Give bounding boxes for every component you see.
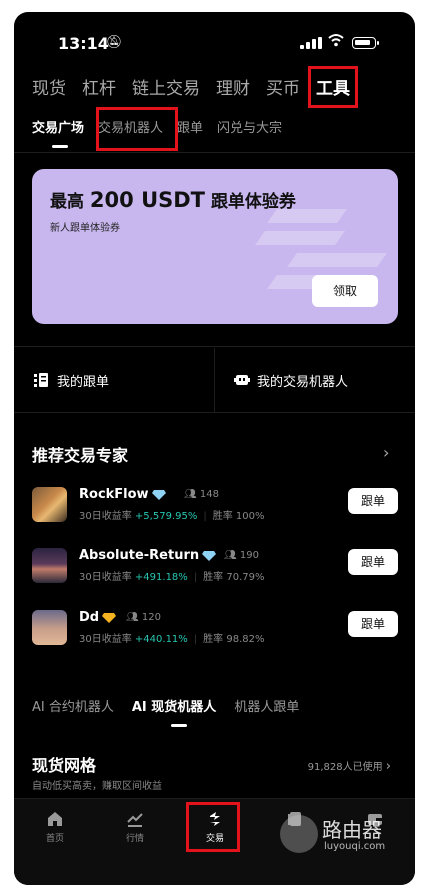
robot-icon xyxy=(234,373,250,387)
divider xyxy=(14,152,415,153)
trader-stats: 30日收益率 +440.11% | 胜率 98.82% xyxy=(79,634,265,645)
subtab-trading-bots[interactable]: 交易机器人 xyxy=(98,116,163,142)
watermark-logo-icon xyxy=(280,815,318,853)
followers-count: 👥︎ 120 xyxy=(126,612,161,623)
chart-icon xyxy=(127,811,143,827)
tab-spot[interactable]: 现货 xyxy=(32,74,66,104)
nav-trade[interactable]: 交易 xyxy=(190,811,240,844)
avatar xyxy=(32,548,67,583)
people-icon: 👥︎ xyxy=(126,612,139,623)
diamond-badge-icon xyxy=(151,489,166,500)
experts-title: 推荐交易专家 xyxy=(32,446,129,465)
status-bar: 13:14 🔕︎ xyxy=(14,32,415,56)
promo-banner[interactable]: 最高 200 USDT 跟单体验券 新人跟单体验券 领取 xyxy=(32,169,398,324)
divider xyxy=(14,346,415,347)
list-icon xyxy=(34,373,48,387)
gold-badge-icon xyxy=(102,612,117,623)
spot-grid-title[interactable]: 现货网格 xyxy=(32,752,96,776)
tab-margin[interactable]: 杠杆 xyxy=(82,74,116,104)
chevron-right-icon[interactable]: › xyxy=(383,443,389,462)
follow-button[interactable]: 跟单 xyxy=(348,611,398,637)
phone-screen: 13:14 🔕︎ 现货 杠杆 链上交易 理财 买币 工具 交易广场 交易机器人 … xyxy=(14,12,415,885)
bot-tabs: AI 合约机器人 AI 现货机器人 机器人跟单 xyxy=(32,696,317,718)
trade-icon xyxy=(207,811,223,827)
trader-stats: 30日收益率 +5,579.95% | 胜率 100% xyxy=(79,511,265,522)
home-icon xyxy=(47,811,63,827)
tab-buy-crypto[interactable]: 买币 xyxy=(266,74,300,104)
subtab-indicator xyxy=(52,145,68,148)
people-icon: 👥︎ xyxy=(184,489,197,500)
avatar xyxy=(32,610,67,645)
trader-stats: 30日收益率 +491.18% | 胜率 70.79% xyxy=(79,572,265,583)
spot-grid-subtitle: 自动低买高卖，赚取区间收益 xyxy=(32,781,162,792)
signal-icon xyxy=(300,37,322,49)
wifi-icon xyxy=(328,33,344,51)
tab-tools[interactable]: 工具 xyxy=(316,74,350,104)
tab-onchain[interactable]: 链上交易 xyxy=(132,74,200,104)
subtab-convert-block[interactable]: 闪兑与大宗 xyxy=(217,116,282,142)
trader-name: Dd xyxy=(79,610,117,625)
watermark-url: luyouqi.com xyxy=(324,841,386,852)
my-copy-trades-label: 我的跟单 xyxy=(57,374,110,390)
status-time: 13:14 xyxy=(58,34,109,53)
followers-count: 👥︎ 190 xyxy=(224,550,259,561)
banner-title: 最高 200 USDT 跟单体验券 xyxy=(50,188,296,212)
tab-ai-futures-bot[interactable]: AI 合约机器人 xyxy=(32,696,114,718)
trader-row[interactable]: Dd 👥︎ 120 30日收益率 +440.11% | 胜率 98.82% 跟单 xyxy=(32,607,398,651)
chevron-right-icon: › xyxy=(385,759,391,774)
people-icon: 👥︎ xyxy=(224,550,237,561)
trader-row[interactable]: Absolute-Return 👥︎ 190 30日收益率 +491.18% | 胜… xyxy=(32,545,398,589)
nav-markets[interactable]: 行情 xyxy=(110,811,160,844)
my-copy-trades-button[interactable]: 我的跟单 xyxy=(34,348,109,412)
nav-home[interactable]: 首页 xyxy=(30,811,80,844)
follow-button[interactable]: 跟单 xyxy=(348,488,398,514)
bot-tab-indicator xyxy=(171,724,187,727)
tab-ai-spot-bot[interactable]: AI 现货机器人 xyxy=(132,696,216,718)
my-bots-label: 我的交易机器人 xyxy=(257,374,349,390)
mute-icon: 🔕︎ xyxy=(106,35,123,50)
trader-row[interactable]: RockFlow 👥︎ 148 30日收益率 +5,579.95% | 胜率 100… xyxy=(32,484,398,528)
trader-name: Absolute-Return xyxy=(79,548,217,563)
spot-grid-users[interactable]: 91,828人已使用 › xyxy=(308,758,391,774)
banner-subtitle: 新人跟单体验券 xyxy=(50,223,120,234)
avatar xyxy=(32,487,67,522)
my-bots-button[interactable]: 我的交易机器人 xyxy=(234,348,348,412)
diamond-badge-icon xyxy=(202,550,217,561)
watermark-text: 路由器 xyxy=(322,818,382,842)
divider xyxy=(14,412,415,413)
trader-name: RockFlow xyxy=(79,487,166,502)
subtab-trading-square[interactable]: 交易广场 xyxy=(32,116,84,142)
follow-button[interactable]: 跟单 xyxy=(348,549,398,575)
quick-actions: 我的跟单 我的交易机器人 xyxy=(14,348,415,412)
battery-icon xyxy=(352,37,379,49)
top-tabs: 现货 杠杆 链上交易 理财 买币 工具 xyxy=(32,74,366,104)
sub-tabs: 交易广场 交易机器人 跟单 闪兑与大宗 xyxy=(32,116,296,142)
followers-count: 👥︎ 148 xyxy=(184,489,219,500)
tab-bot-copy[interactable]: 机器人跟单 xyxy=(234,696,299,718)
tab-earn[interactable]: 理财 xyxy=(216,74,250,104)
claim-button[interactable]: 领取 xyxy=(312,275,378,307)
subtab-copy-trading[interactable]: 跟单 xyxy=(177,116,203,142)
